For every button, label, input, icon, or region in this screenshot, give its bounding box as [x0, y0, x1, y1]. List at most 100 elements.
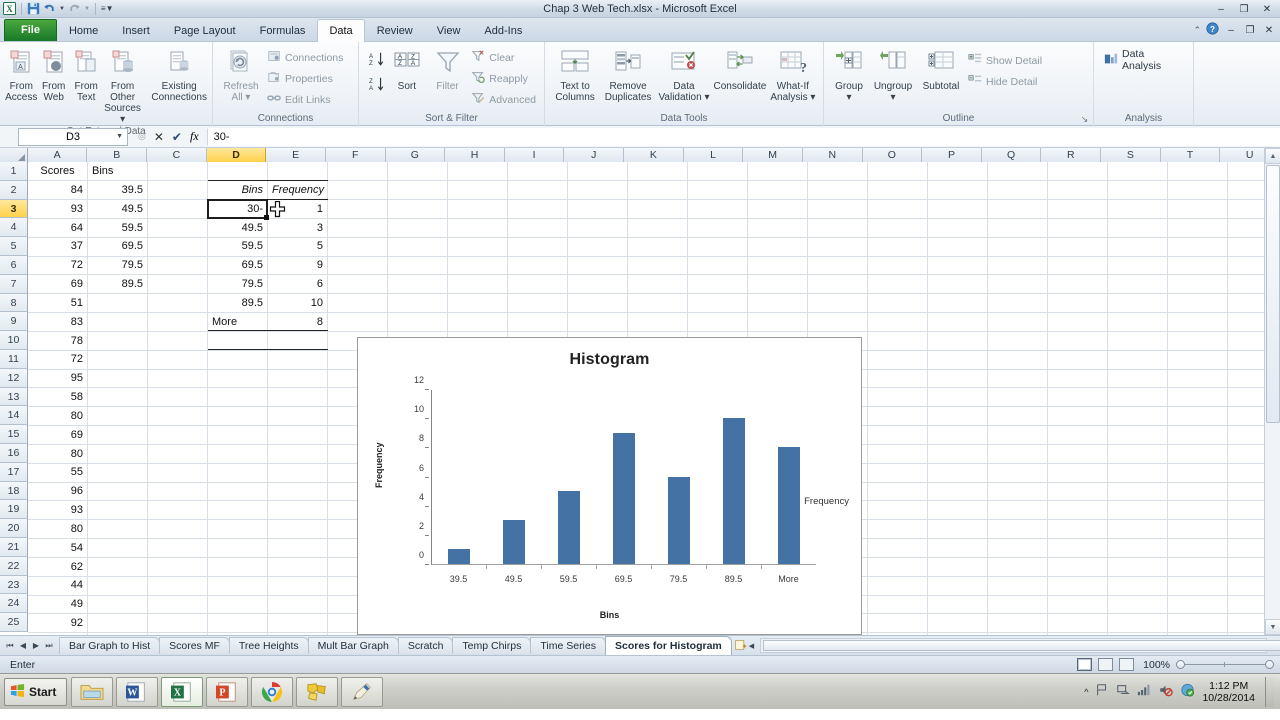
show-hidden-icons[interactable]: ^: [1084, 687, 1088, 697]
refresh-all-button[interactable]: Refresh All ▾: [218, 45, 264, 103]
bar-89-5[interactable]: [722, 418, 745, 564]
workbook-minimize-button[interactable]: –: [1224, 23, 1238, 38]
hide-detail-button[interactable]: Hide Detail: [965, 72, 1045, 91]
flag-action-center-icon[interactable]: [1095, 683, 1109, 700]
column-header-O[interactable]: O: [862, 148, 923, 162]
sort-button[interactable]: AZZA Sort: [387, 45, 427, 92]
column-header-Q[interactable]: Q: [981, 148, 1042, 162]
cell-B2[interactable]: 39.5: [88, 181, 147, 200]
row-header-22[interactable]: 22: [0, 556, 28, 576]
row-header-24[interactable]: 24: [0, 594, 28, 614]
workbook-restore-button[interactable]: ❐: [1243, 23, 1257, 38]
tab-review[interactable]: Review: [365, 19, 425, 42]
filter-button[interactable]: Filter: [427, 45, 469, 92]
cell-E5[interactable]: 5: [268, 237, 327, 256]
histogram-chart[interactable]: Histogram Frequency 0 2 4 6 8 10 12 39.5…: [357, 337, 862, 635]
sheet-scroll-left-icon[interactable]: ◀: [749, 642, 754, 650]
redo-dropdown-icon[interactable]: ▼: [84, 6, 90, 12]
subtotal-button[interactable]: Subtotal: [917, 45, 965, 92]
column-header-J[interactable]: J: [564, 148, 625, 162]
cell-E3[interactable]: 1: [268, 200, 327, 219]
tab-data[interactable]: Data: [317, 19, 365, 42]
close-button[interactable]: ✕: [1256, 2, 1278, 17]
outline-dialog-launcher[interactable]: ↘: [1079, 114, 1090, 125]
insert-worksheet-icon[interactable]: [734, 638, 747, 654]
cell-D6[interactable]: 69.5: [208, 256, 267, 275]
paint-pen-icon[interactable]: [341, 676, 384, 707]
column-header-E[interactable]: E: [266, 148, 326, 162]
word-icon[interactable]: W: [116, 676, 159, 707]
file-explorer-icon[interactable]: [71, 676, 114, 707]
name-box-dropdown-icon[interactable]: ▼: [116, 133, 123, 140]
vertical-scrollbar[interactable]: ▲ ▼: [1264, 148, 1280, 635]
zoom-slider-track[interactable]: [1185, 662, 1265, 667]
horizontal-scroll-thumb[interactable]: [763, 640, 1280, 651]
bar-59-5[interactable]: [557, 491, 580, 564]
undo-icon[interactable]: [43, 2, 56, 15]
cell-D4[interactable]: 49.5: [208, 219, 267, 238]
row-header-8[interactable]: 8: [0, 293, 28, 313]
cell-A5[interactable]: 37: [28, 237, 87, 256]
cell-A18[interactable]: 96: [28, 482, 87, 501]
cell-A10[interactable]: 78: [28, 332, 87, 351]
taskbar-clock[interactable]: 1:12 PM 10/28/2014: [1202, 680, 1255, 704]
row-header-16[interactable]: 16: [0, 443, 28, 463]
update-icon[interactable]: [1180, 683, 1195, 700]
horizontal-scrollbar[interactable]: [760, 638, 1280, 653]
signal-icon[interactable]: [1137, 683, 1151, 700]
row-header-17[interactable]: 17: [0, 462, 28, 482]
cell-D2[interactable]: Bins: [208, 181, 267, 200]
column-header-R[interactable]: R: [1041, 148, 1102, 162]
vertical-scroll-thumb[interactable]: [1266, 165, 1280, 423]
row-header-7[interactable]: 7: [0, 274, 28, 294]
cell-A4[interactable]: 64: [28, 219, 87, 238]
restore-button[interactable]: ❐: [1233, 2, 1255, 17]
column-header-D[interactable]: D: [206, 148, 267, 162]
row-header-10[interactable]: 10: [0, 331, 28, 350]
last-sheet-button[interactable]: ⏭: [43, 641, 55, 651]
tab-page-layout[interactable]: Page Layout: [162, 19, 248, 42]
cell-D7[interactable]: 79.5: [208, 275, 267, 294]
cell-A24[interactable]: 49: [28, 595, 87, 614]
row-header-14[interactable]: 14: [0, 406, 28, 426]
cell-A3[interactable]: 93: [28, 200, 87, 219]
prev-sheet-button[interactable]: ◀: [17, 641, 29, 651]
column-header-H[interactable]: H: [445, 148, 505, 162]
cell-A2[interactable]: 84: [28, 181, 87, 200]
tab-view[interactable]: View: [425, 19, 473, 42]
tab-formulas[interactable]: Formulas: [248, 19, 318, 42]
what-if-analysis-button[interactable]: ? What-If Analysis ▾: [768, 45, 818, 103]
sheet-tab-scores-for-histogram[interactable]: Scores for Histogram: [604, 636, 732, 655]
ungroup-button[interactable]: Ungroup ▾: [869, 45, 917, 103]
data-validation-button[interactable]: Data Validation ▾: [656, 45, 712, 103]
window-controls[interactable]: – ❐ ✕: [1210, 0, 1278, 18]
column-header-C[interactable]: C: [147, 148, 207, 162]
cell-A14[interactable]: 80: [28, 407, 87, 426]
row-header-5[interactable]: 5: [0, 237, 28, 256]
sheet-tab-tree-heights[interactable]: Tree Heights: [228, 637, 309, 654]
cell-A15[interactable]: 69: [28, 426, 87, 445]
cell-A22[interactable]: 62: [28, 558, 87, 577]
cell-B4[interactable]: 59.5: [88, 219, 147, 238]
from-access-button[interactable]: A From Access: [5, 45, 37, 103]
cell-D5[interactable]: 59.5: [208, 237, 267, 256]
name-box[interactable]: D3 ▼: [18, 127, 128, 146]
quick-access-toolbar[interactable]: X ▼ ▼ ≡▼: [0, 2, 114, 15]
tab-file[interactable]: File: [4, 19, 57, 41]
connections-button[interactable]: Connections: [264, 48, 346, 67]
sheet-tab-mult-bar-graph[interactable]: Mult Bar Graph: [307, 637, 399, 654]
cell-A23[interactable]: 44: [28, 576, 87, 595]
column-header-S[interactable]: S: [1101, 148, 1161, 162]
bar-49-5[interactable]: [502, 520, 525, 564]
show-detail-button[interactable]: Show Detail: [965, 51, 1045, 70]
row-header-21[interactable]: 21: [0, 537, 28, 557]
column-header-I[interactable]: I: [504, 148, 565, 162]
sort-a-to-z-button[interactable]: AZ: [367, 51, 387, 70]
cell-A13[interactable]: 58: [28, 388, 87, 407]
advanced-filter-button[interactable]: Advanced: [468, 90, 539, 109]
bar-39-5[interactable]: [447, 549, 470, 564]
column-header-P[interactable]: P: [922, 148, 982, 162]
sheet-nav-buttons[interactable]: ⏮ ◀ ▶ ⏭: [0, 641, 59, 651]
cell-A21[interactable]: 54: [28, 539, 87, 558]
chart-legend[interactable]: Frequency: [791, 496, 849, 507]
